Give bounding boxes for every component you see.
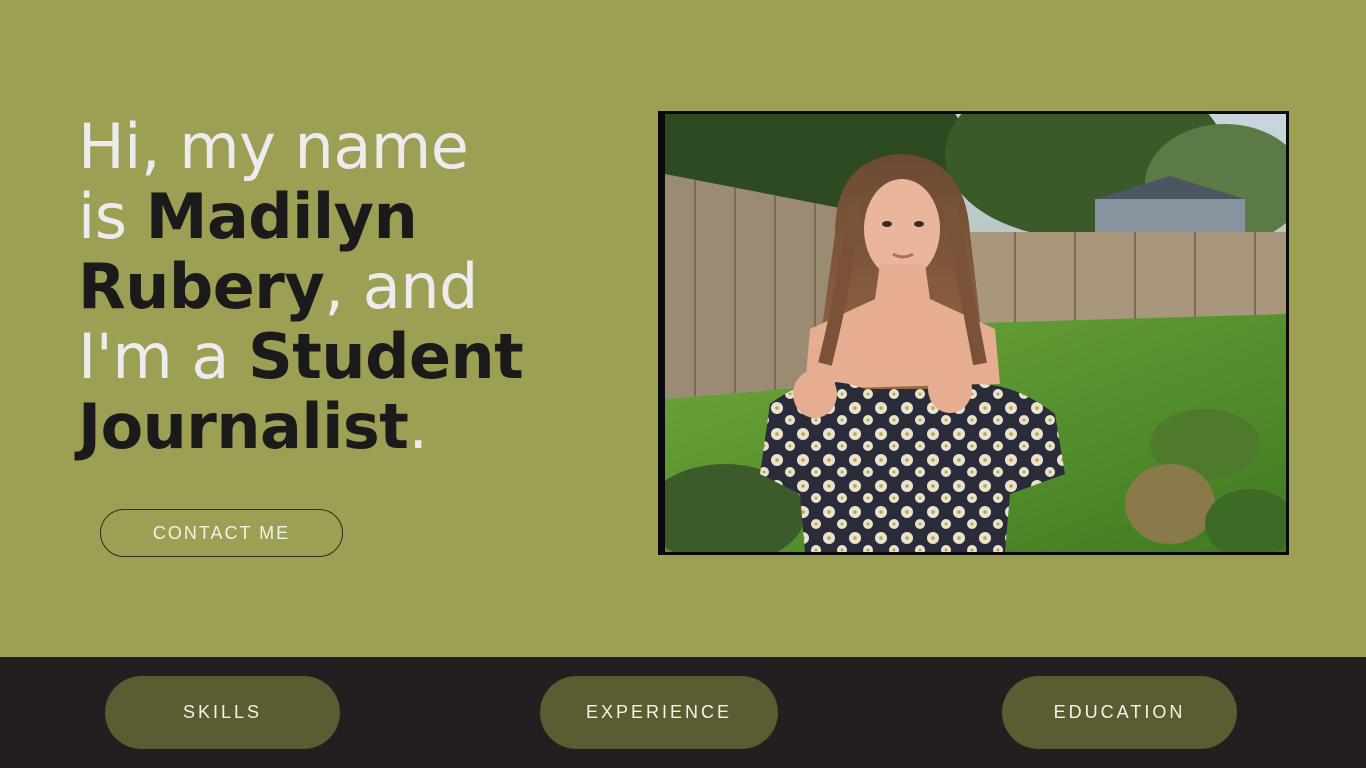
nav-education-button[interactable]: EDUCATION <box>1002 676 1237 749</box>
headline-role: Journalist <box>78 390 409 463</box>
headline-text: I'm a <box>78 320 249 393</box>
headline-line-5: Journalist. <box>78 392 598 462</box>
page: Hi, my name is Madilyn Rubery, and I'm a… <box>0 0 1366 768</box>
nav-experience-button[interactable]: EXPERIENCE <box>540 676 778 749</box>
portrait-photo <box>658 111 1289 555</box>
contact-me-button[interactable]: CONTACT ME <box>100 509 343 557</box>
headline-line-4: I'm a Student <box>78 322 598 392</box>
headline-name-first: Madilyn <box>145 180 418 253</box>
portrait-photo-image <box>665 114 1286 552</box>
headline-text: . <box>408 390 428 463</box>
bottom-nav-bar: SKILLS EXPERIENCE EDUCATION <box>0 657 1366 768</box>
headline-line-1: Hi, my name <box>78 112 598 182</box>
headline-text: Hi, my name <box>78 110 469 183</box>
nav-skills-button[interactable]: SKILLS <box>105 676 340 749</box>
headline-name-last: Rubery <box>78 250 325 323</box>
headline-text: , and <box>324 250 478 323</box>
headline-text: is <box>78 180 146 253</box>
hero-headline: Hi, my name is Madilyn Rubery, and I'm a… <box>78 112 598 462</box>
headline-line-3: Rubery, and <box>78 252 598 322</box>
headline-line-2: is Madilyn <box>78 182 598 252</box>
headline-role: Student <box>248 320 524 393</box>
